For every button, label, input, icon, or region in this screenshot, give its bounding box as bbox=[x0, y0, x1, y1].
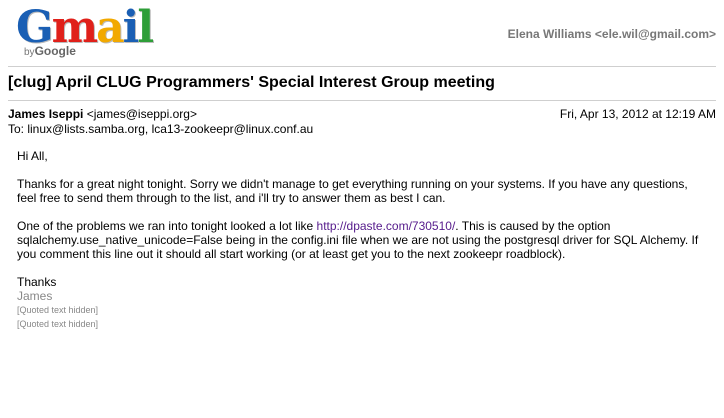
signature: James bbox=[17, 289, 53, 303]
recipients-line: To: linux@lists.samba.org, lca13-zookeep… bbox=[8, 122, 314, 136]
google-text: Google bbox=[34, 44, 76, 58]
quoted-text-toggle-2[interactable]: [Quoted text hidden] bbox=[17, 317, 707, 331]
subject-divider bbox=[8, 100, 716, 101]
header-divider bbox=[8, 66, 716, 67]
quoted-text-toggle-1[interactable]: [Quoted text hidden] bbox=[17, 303, 707, 317]
sender-name: James Iseppi bbox=[8, 107, 84, 121]
sender-line: James Iseppi <james@iseppi.org> bbox=[8, 107, 197, 121]
by-text: by bbox=[24, 47, 35, 58]
logo-letter-l: l bbox=[137, 2, 154, 53]
message-subject: [clug] April CLUG Programmers' Special I… bbox=[8, 74, 495, 91]
message-date: Fri, Apr 13, 2012 at 12:19 AM bbox=[559, 107, 716, 121]
dpaste-link[interactable]: http://dpaste.com/730510/ bbox=[317, 219, 456, 233]
sign-off: Thanks bbox=[17, 275, 57, 289]
logo-letter-a: a bbox=[96, 2, 124, 53]
by-google-label: byGoogle bbox=[24, 44, 76, 58]
gmail-logo[interactable]: Gmail byGoogle bbox=[8, 2, 154, 62]
body-paragraph-2: One of the problems we ran into tonight … bbox=[17, 219, 707, 261]
account-info: Elena Williams <ele.wil@gmail.com> bbox=[507, 27, 716, 41]
para2-text-before: One of the problems we ran into tonight … bbox=[17, 219, 317, 233]
body-paragraph-1: Thanks for a great night tonight. Sorry … bbox=[17, 177, 688, 205]
message-body: Hi All, Thanks for a great night tonight… bbox=[17, 149, 707, 331]
greeting: Hi All, bbox=[17, 149, 48, 163]
sender-email: <james@iseppi.org> bbox=[86, 107, 197, 121]
logo-letter-i: i bbox=[122, 2, 140, 53]
